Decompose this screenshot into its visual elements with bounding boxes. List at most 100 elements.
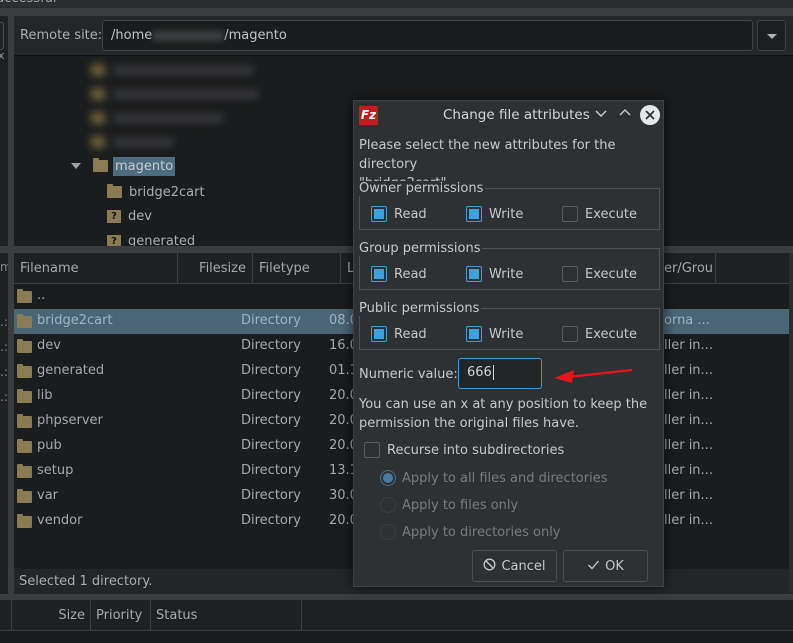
tree-item-generated[interactable]: ? generated	[107, 230, 195, 247]
annotation-arrow-icon	[554, 368, 633, 383]
execute-checkbox[interactable]: Execute	[562, 266, 637, 282]
checkbox-box[interactable]	[562, 266, 578, 282]
checkbox-box[interactable]	[466, 326, 482, 342]
folder-icon	[17, 314, 32, 328]
file-name: ..	[37, 288, 46, 303]
column-header-filetype[interactable]: Filetype	[253, 253, 341, 284]
checkbox-box[interactable]	[466, 266, 482, 282]
radio-dot[interactable]	[380, 524, 396, 540]
checkbox-label: Execute	[585, 266, 637, 282]
message-log-fragment: uccessful	[0, 0, 57, 6]
ok-button[interactable]: OK	[563, 550, 648, 582]
column-header-filename[interactable]: Filename	[14, 253, 178, 284]
text-caret	[492, 365, 494, 380]
tree-item-bridge2cart[interactable]: bridge2cart	[107, 181, 205, 203]
expand-arrow-icon[interactable]	[71, 163, 81, 169]
checkbox-label: Write	[489, 326, 524, 342]
column-header-priority[interactable]: Priority	[91, 600, 151, 631]
radio-label: Apply to directories only	[402, 524, 561, 540]
write-checkbox[interactable]: Write	[466, 326, 523, 342]
file-type: Directory	[241, 388, 301, 403]
maximize-icon[interactable]	[618, 106, 632, 120]
recurse-checkbox[interactable]: Recurse into subdirectories	[364, 442, 564, 458]
column-header-status[interactable]: Status	[151, 600, 302, 631]
checkbox-box[interactable]	[371, 206, 387, 222]
write-checkbox[interactable]: Write	[466, 206, 523, 222]
local-pane-button-edge[interactable]	[0, 22, 4, 50]
cancel-label: Cancel	[501, 558, 546, 574]
selection-status: Selected 1 directory.	[19, 574, 153, 589]
remote-site-dropdown-button[interactable]	[757, 20, 786, 51]
dialog-title: Change file attributes	[443, 107, 590, 123]
cancel-icon	[483, 558, 496, 575]
file-name: dev	[37, 338, 61, 353]
checkbox-label: Write	[489, 206, 524, 222]
radio-apply-all[interactable]: Apply to all files and directories	[380, 470, 607, 486]
tree-item-label: generated	[128, 233, 196, 248]
read-checkbox[interactable]: Read	[371, 326, 427, 342]
read-checkbox[interactable]: Read	[371, 206, 427, 222]
checkbox-box[interactable]	[371, 326, 387, 342]
checkbox-box[interactable]	[562, 326, 578, 342]
file-owner: ller in...	[664, 338, 713, 353]
file-type: Directory	[241, 413, 301, 428]
file-owner: ller in...	[664, 463, 713, 478]
read-checkbox[interactable]: Read	[371, 266, 427, 282]
column-header-size[interactable]: Size	[12, 600, 91, 631]
close-icon[interactable]	[640, 105, 660, 125]
local-pane-text-fragment: x	[0, 49, 5, 62]
file-owner: ller in...	[664, 513, 713, 528]
file-name: var	[37, 488, 59, 503]
file-name: vendor	[37, 513, 83, 528]
transfer-queue-header: Size Priority Status	[0, 600, 793, 631]
cancel-button[interactable]: Cancel	[472, 550, 557, 582]
checkbox-box[interactable]	[371, 266, 387, 282]
numeric-value-input[interactable]: 666	[458, 358, 542, 389]
change-file-attributes-dialog: Fz Change file attributes Please select …	[353, 100, 664, 587]
checkbox-box[interactable]	[466, 206, 482, 222]
numeric-value-label: Numeric value:	[359, 367, 458, 382]
execute-checkbox[interactable]: Execute	[562, 326, 637, 342]
path-suffix: /magento	[224, 28, 287, 43]
column-header-server[interactable]	[0, 600, 12, 631]
folder-icon	[17, 389, 32, 403]
scrollbar[interactable]	[789, 253, 793, 593]
path-prefix: /home	[111, 28, 153, 43]
file-type: Directory	[241, 513, 301, 528]
radio-dot[interactable]	[380, 497, 396, 513]
file-owner: ller in...	[664, 413, 713, 428]
file-owner: orna ...	[664, 313, 710, 328]
checkmark-icon	[587, 558, 600, 575]
write-checkbox[interactable]: Write	[466, 266, 523, 282]
checkbox-box[interactable]	[562, 206, 578, 222]
filezilla-logo-icon: Fz	[359, 106, 378, 125]
radio-apply-files[interactable]: Apply to files only	[380, 497, 518, 513]
minimize-icon[interactable]	[594, 106, 608, 120]
transfer-queue-list[interactable]	[0, 631, 793, 643]
top-splitter[interactable]	[0, 8, 793, 16]
checkbox-box[interactable]	[364, 442, 380, 458]
unknown-folder-icon: ?	[107, 209, 121, 223]
file-owner: ller in...	[664, 363, 713, 378]
permission-group-title: Group permissions	[359, 241, 483, 256]
radio-apply-directories[interactable]: Apply to directories only	[380, 524, 561, 540]
radio-dot[interactable]	[380, 470, 396, 486]
folder-icon	[93, 158, 108, 172]
checkbox-label: Execute	[585, 326, 637, 342]
file-type: Directory	[241, 438, 301, 453]
folder-icon	[17, 439, 32, 453]
execute-checkbox[interactable]: Execute	[562, 206, 637, 222]
checkbox-label: Read	[394, 206, 427, 222]
folder-icon	[17, 514, 32, 528]
intro-line: Please select the new attributes for the…	[359, 138, 616, 172]
checkbox-label: Read	[394, 326, 427, 342]
file-type: Directory	[241, 313, 301, 328]
numeric-hint: You can use an x at any position to keep…	[359, 397, 648, 431]
folder-icon	[17, 489, 32, 503]
column-header-filesize[interactable]: Filesize	[178, 253, 253, 284]
tree-item-dev[interactable]: ? dev	[107, 205, 152, 227]
tree-item-magento[interactable]: magento	[71, 155, 176, 177]
chevron-down-icon	[767, 34, 777, 39]
dialog-title-bar[interactable]: Fz Change file attributes	[354, 101, 663, 129]
remote-site-path-input[interactable]: /home/magento	[102, 20, 753, 51]
